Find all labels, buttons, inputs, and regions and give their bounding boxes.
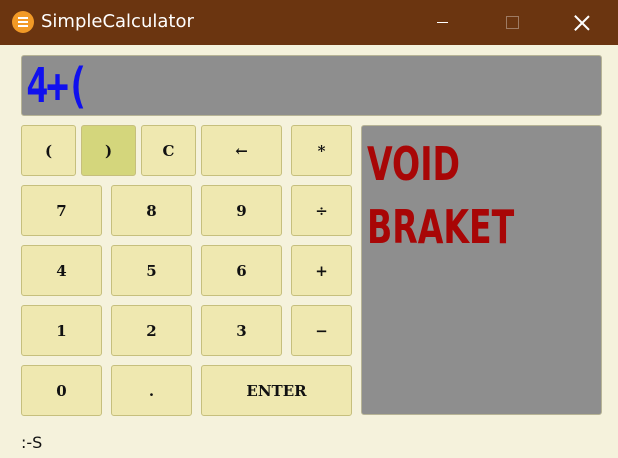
- plus-button[interactable]: +: [291, 245, 352, 296]
- clear-button[interactable]: C: [141, 125, 196, 176]
- digit-1-button[interactable]: 1: [21, 305, 102, 356]
- digit-6-button[interactable]: 6: [201, 245, 282, 296]
- window-title: SimpleCalculator: [41, 11, 194, 32]
- decimal-point-button[interactable]: .: [111, 365, 192, 416]
- minimize-button[interactable]: [419, 0, 465, 45]
- title-bar: SimpleCalculator: [0, 0, 618, 45]
- enter-button[interactable]: ENTER: [201, 365, 352, 416]
- message-line-2: BRAKET: [367, 200, 515, 254]
- digit-9-button[interactable]: 9: [201, 185, 282, 236]
- digit-7-button[interactable]: 7: [21, 185, 102, 236]
- close-icon: [574, 15, 590, 31]
- divide-button[interactable]: ÷: [291, 185, 352, 236]
- maximize-icon: [505, 16, 519, 29]
- digit-2-button[interactable]: 2: [111, 305, 192, 356]
- maximize-button[interactable]: [489, 0, 535, 45]
- message-line-1: VOID: [367, 137, 461, 191]
- message-panel: VOID BRAKET: [361, 125, 602, 415]
- digit-8-button[interactable]: 8: [111, 185, 192, 236]
- digit-3-button[interactable]: 3: [201, 305, 282, 356]
- expression-text: 4+(: [26, 58, 89, 114]
- minimize-icon: [436, 22, 448, 23]
- multiply-button[interactable]: *: [291, 125, 352, 176]
- backspace-button[interactable]: ←: [201, 125, 282, 176]
- digit-4-button[interactable]: 4: [21, 245, 102, 296]
- digit-0-button[interactable]: 0: [21, 365, 102, 416]
- close-paren-button[interactable]: ): [81, 125, 136, 176]
- calculator-app-icon: [12, 11, 34, 33]
- digit-5-button[interactable]: 5: [111, 245, 192, 296]
- status-text: :-S: [21, 433, 43, 452]
- expression-display: 4+(: [21, 55, 602, 116]
- close-button[interactable]: [559, 0, 605, 45]
- open-paren-button[interactable]: (: [21, 125, 76, 176]
- minus-button[interactable]: −: [291, 305, 352, 356]
